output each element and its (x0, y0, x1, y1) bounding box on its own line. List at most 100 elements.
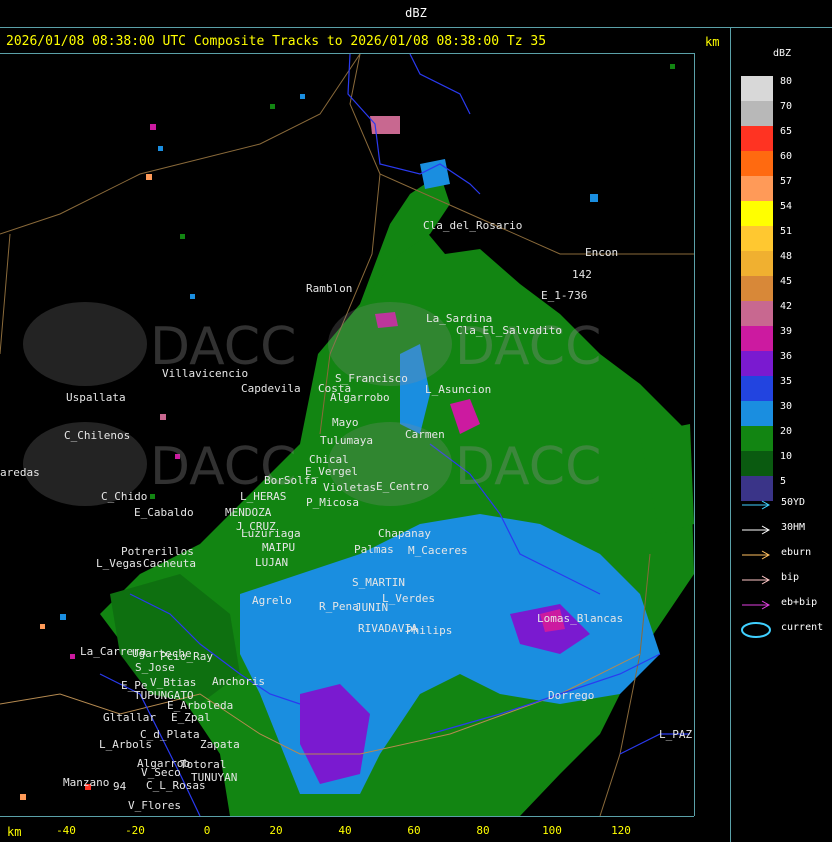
track-label: bip (781, 572, 800, 583)
place-label: Capdevila (241, 382, 301, 395)
legend-swatch (741, 201, 773, 226)
legend-level-label: 45 (780, 276, 793, 287)
x-tick-label: -20 (125, 824, 145, 837)
place-label: Violetas (323, 481, 376, 494)
x-tick-label: 120 (611, 824, 631, 837)
place-label: L_PAZ (659, 728, 692, 741)
place-label: V_Seco (141, 766, 181, 779)
legend-title: dBZ (773, 48, 792, 59)
current-ellipse-icon (740, 622, 774, 638)
place-label: L_Asuncion (425, 383, 491, 396)
frame-plot-right (694, 53, 695, 816)
legend-swatch (741, 426, 773, 451)
place-label: Lomas_Blancas (537, 612, 623, 625)
place-label: C_Chido (101, 490, 147, 503)
legend-swatch (741, 351, 773, 376)
track-label: eburn (781, 547, 812, 558)
place-label: Totoral (180, 758, 226, 771)
radar-map[interactable]: DACC DACC DACC DACC Cla_del_Rosario Encon… (0, 54, 694, 816)
place-label: MAIPU (262, 541, 295, 554)
legend-swatch (741, 401, 773, 426)
track-label: current (781, 622, 824, 633)
place-label: Dorrego (548, 689, 594, 702)
place-label: 94 (113, 780, 127, 793)
x-tick-label: 20 (269, 824, 282, 837)
km-unit-top: km (705, 35, 720, 49)
track-label: 50YD (781, 497, 806, 508)
legend-level-label: 30 (780, 401, 793, 412)
echo-magenta-2 (370, 116, 400, 134)
place-label: R_Pena (319, 600, 359, 613)
track-label: 30HM (781, 522, 806, 533)
place-label: P_Micosa (306, 496, 359, 509)
x-tick-label: 0 (204, 824, 211, 837)
legend-swatch (741, 301, 773, 326)
place-label: LUJAN (255, 556, 288, 569)
place-label: Carmen (405, 428, 445, 441)
place-label: E_1-736 (541, 289, 587, 302)
legend-swatch (741, 151, 773, 176)
legend-level-label: 48 (780, 251, 793, 262)
legend-swatch (741, 126, 773, 151)
frame-top-line (0, 27, 832, 28)
legend-level-label: 36 (780, 351, 793, 362)
legend-level-label: 5 (780, 476, 787, 487)
place-label: Cla_del_Rosario (423, 219, 522, 232)
watermark-text-3: DACC (150, 437, 296, 497)
legend-level-label: 70 (780, 101, 793, 112)
place-label: MENDOZA (225, 506, 272, 519)
legend-level-label: 57 (780, 176, 793, 187)
place-label: Anchoris (212, 675, 265, 688)
legend-level-label: 35 (780, 376, 793, 387)
legend-level-label: 20 (780, 426, 793, 437)
x-tick-label: 80 (476, 824, 489, 837)
track-arrow-icon (740, 597, 774, 611)
place-label: BorSolfa (264, 474, 317, 487)
place-label: Zapata (200, 738, 240, 751)
place-label: L_Verdes (382, 592, 435, 605)
legend-level-label: 51 (780, 226, 793, 237)
legend-swatch (741, 101, 773, 126)
legend-swatch (741, 376, 773, 401)
place-label: C_L_Rosas (146, 779, 206, 792)
track-arrow-icon (740, 547, 774, 561)
legend-level-label: 39 (780, 326, 793, 337)
place-label: Gltallar (103, 711, 156, 724)
x-tick-label: -40 (56, 824, 76, 837)
place-label: Palmas (354, 543, 394, 556)
legend-level-label: 54 (780, 201, 793, 212)
radar-map-svg: DACC DACC DACC DACC Cla_del_RosarioEncon… (0, 54, 694, 816)
x-tick-label: 40 (338, 824, 351, 837)
legend-swatch (741, 451, 773, 476)
track-arrow-icon (740, 497, 774, 511)
legend-level-label: 80 (780, 76, 793, 87)
legend-swatch (741, 326, 773, 351)
legend-level-label: 60 (780, 151, 793, 162)
place-label: Chapanay (378, 527, 431, 540)
track-label: eb+bip (781, 597, 818, 608)
place-label: M_Caceres (408, 544, 468, 557)
place-label: L_Arbols (99, 738, 152, 751)
place-label: Pcio_Ray (160, 650, 213, 663)
place-label: Ramblon (306, 282, 352, 295)
place-label: aredas (0, 466, 40, 479)
legend-swatch (741, 251, 773, 276)
echo-blue-north (420, 159, 450, 189)
legend-swatch (741, 276, 773, 301)
frame-legend-divider (730, 27, 731, 842)
place-label: Agrelo (252, 594, 292, 607)
x-tick-label: 60 (407, 824, 420, 837)
legend-level-label: 10 (780, 451, 793, 462)
legend-swatch (741, 176, 773, 201)
legend-swatch (741, 76, 773, 101)
place-label: Luzuriaga (241, 527, 301, 540)
place-label: S_MARTIN (352, 576, 405, 589)
watermark-text-4: DACC (455, 437, 601, 497)
place-label: C_Chilenos (64, 429, 130, 442)
place-label: E_Centro (376, 480, 429, 493)
track-arrow-icon (740, 572, 774, 586)
place-label: Uspallata (66, 391, 126, 404)
place-label: Philips (406, 624, 452, 637)
place-label: V_Btias (150, 676, 196, 689)
x-tick-label: 100 (542, 824, 562, 837)
